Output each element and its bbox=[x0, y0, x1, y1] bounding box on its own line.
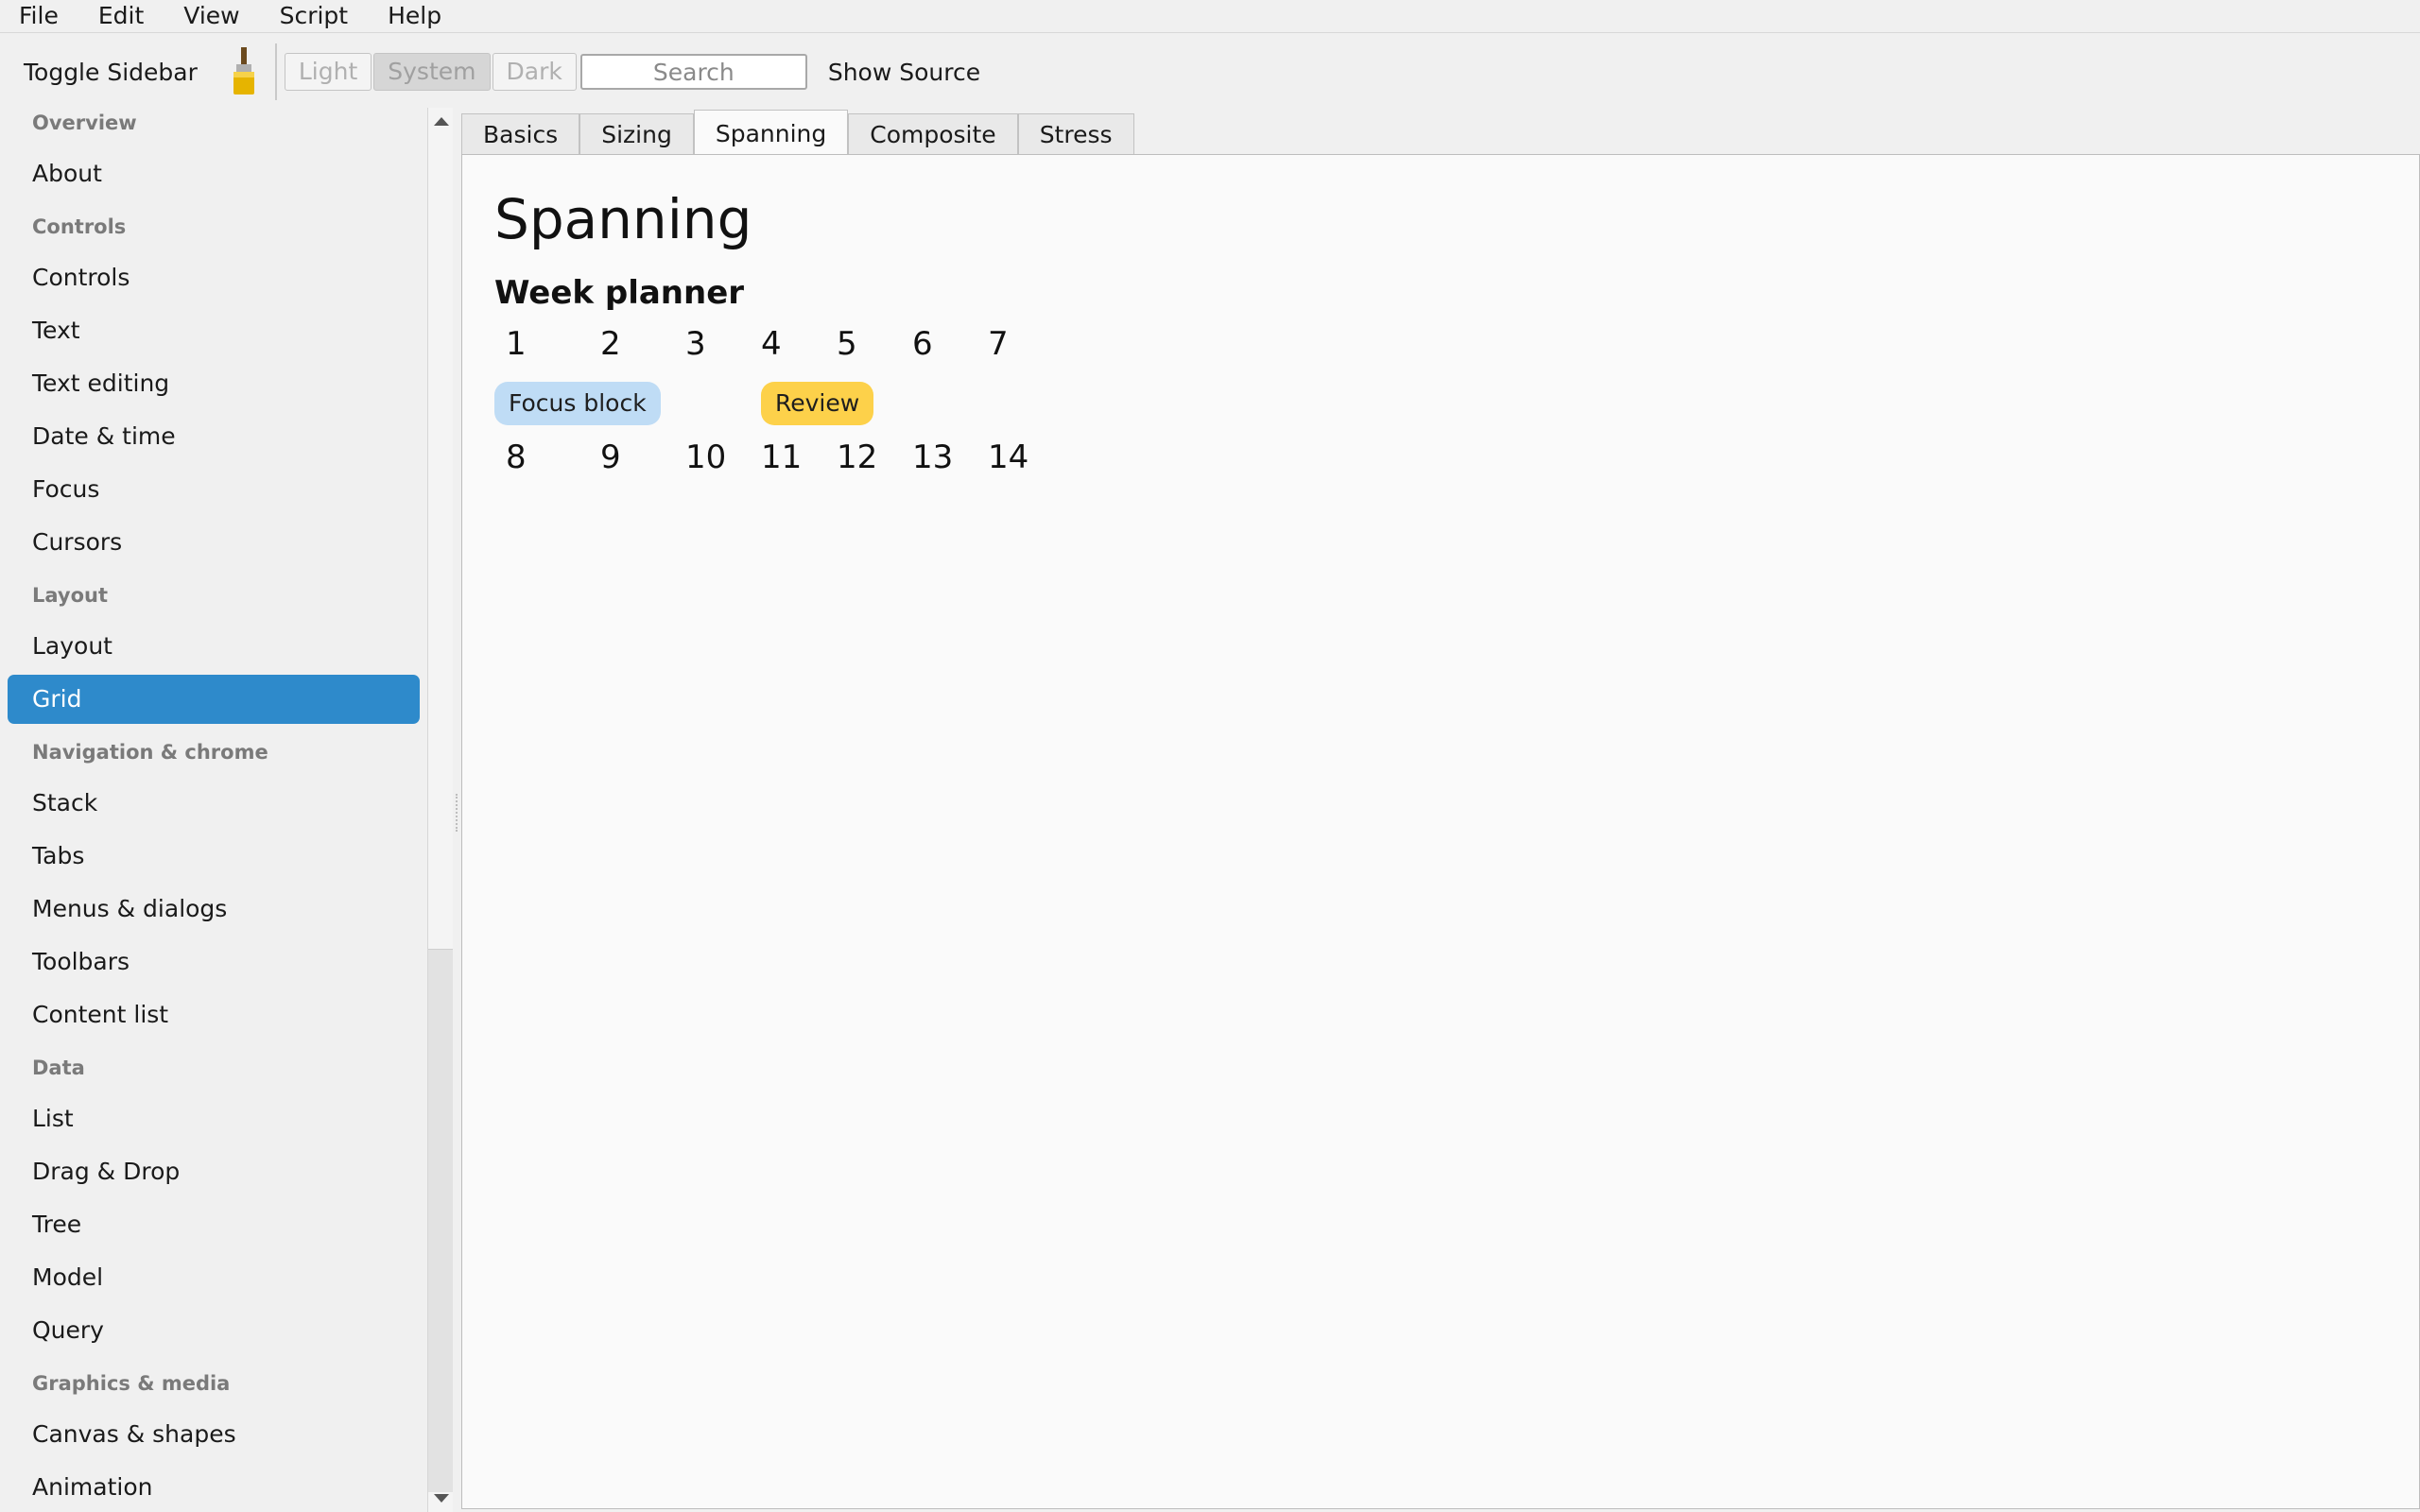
sidebar-item-model[interactable]: Model bbox=[8, 1253, 420, 1302]
toolbar-separator bbox=[274, 43, 277, 100]
search-input[interactable]: Search bbox=[579, 54, 807, 90]
event-focus-block[interactable]: Focus block bbox=[494, 382, 661, 425]
toolbar: Toggle Sidebar Light System Dark Search … bbox=[0, 36, 2420, 108]
sidebar-item-layout[interactable]: Layout bbox=[8, 622, 420, 671]
menu-file[interactable]: File bbox=[0, 0, 78, 32]
sidebar-item-canvas-shapes[interactable]: Canvas & shapes bbox=[8, 1410, 420, 1459]
sidebar-item-tabs[interactable]: Tabs bbox=[8, 832, 420, 881]
sidebar-section-navigation: Navigation & chrome bbox=[32, 741, 268, 764]
day-cell: 11 bbox=[761, 438, 803, 476]
tab-content-panel: Spanning Week planner 1 2 3 4 5 6 7 Focu… bbox=[461, 154, 2420, 1509]
menu-view[interactable]: View bbox=[164, 0, 259, 32]
sidebar-section-controls: Controls bbox=[32, 215, 127, 238]
sidebar-item-cursors[interactable]: Cursors bbox=[8, 518, 420, 567]
menu-bar: File Edit View Script Help bbox=[0, 0, 2420, 33]
sidebar-item-toolbars[interactable]: Toolbars bbox=[8, 937, 420, 987]
tab-spanning[interactable]: Spanning bbox=[693, 110, 849, 157]
show-source-button[interactable]: Show Source bbox=[828, 59, 980, 86]
sidebar-scrollbar[interactable] bbox=[427, 108, 453, 1512]
sidebar-item-stack[interactable]: Stack bbox=[8, 779, 420, 828]
sidebar-section-graphics: Graphics & media bbox=[32, 1372, 231, 1395]
event-review[interactable]: Review bbox=[761, 382, 874, 425]
sidebar-item-date-time[interactable]: Date & time bbox=[8, 412, 420, 461]
sidebar-item-query[interactable]: Query bbox=[8, 1306, 420, 1355]
sidebar-section-data: Data bbox=[32, 1057, 85, 1079]
sidebar-item-animation[interactable]: Animation bbox=[8, 1463, 420, 1512]
sidebar-item-focus[interactable]: Focus bbox=[8, 465, 420, 514]
sidebar-item-about[interactable]: About bbox=[8, 149, 420, 198]
day-cell: 4 bbox=[761, 325, 782, 363]
sidebar-section-layout: Layout bbox=[32, 584, 109, 607]
tab-composite[interactable]: Composite bbox=[848, 113, 1018, 155]
sidebar-item-menus-dialogs[interactable]: Menus & dialogs bbox=[8, 885, 420, 934]
sidebar-item-tree[interactable]: Tree bbox=[8, 1200, 420, 1249]
section-title: Week planner bbox=[494, 274, 745, 312]
day-cell: 8 bbox=[506, 438, 527, 476]
day-cell: 5 bbox=[837, 325, 857, 363]
menu-edit[interactable]: Edit bbox=[78, 0, 164, 32]
tab-stress[interactable]: Stress bbox=[1017, 113, 1134, 155]
sidebar-item-list[interactable]: List bbox=[8, 1094, 420, 1143]
day-cell: 3 bbox=[685, 325, 706, 363]
scroll-up-arrow-icon[interactable] bbox=[434, 117, 449, 126]
theme-system-button[interactable]: System bbox=[373, 53, 491, 91]
day-cell: 7 bbox=[988, 325, 1009, 363]
sidebar-section-overview: Overview bbox=[32, 112, 137, 134]
scrollbar-track[interactable] bbox=[428, 949, 453, 1492]
tab-bar: Basics Sizing Spanning Composite Stress bbox=[461, 110, 1134, 157]
sidebar-item-text-editing[interactable]: Text editing bbox=[8, 359, 420, 408]
menu-help[interactable]: Help bbox=[368, 0, 461, 32]
day-cell: 14 bbox=[988, 438, 1029, 476]
theme-dark-button[interactable]: Dark bbox=[492, 53, 577, 91]
day-cell: 1 bbox=[506, 325, 527, 363]
day-cell: 6 bbox=[912, 325, 933, 363]
sidebar-item-controls[interactable]: Controls bbox=[8, 253, 420, 302]
sidebar-item-content-list[interactable]: Content list bbox=[8, 990, 420, 1040]
page-title: Spanning bbox=[494, 187, 752, 251]
tab-sizing[interactable]: Sizing bbox=[579, 113, 694, 155]
day-cell: 12 bbox=[837, 438, 878, 476]
sidebar-item-grid[interactable]: Grid bbox=[8, 675, 420, 724]
sidebar-item-drag-drop[interactable]: Drag & Drop bbox=[8, 1147, 420, 1196]
day-cell: 13 bbox=[912, 438, 954, 476]
day-cell: 10 bbox=[685, 438, 727, 476]
sidebar: Overview About Controls Controls Text Te… bbox=[0, 108, 427, 1512]
menu-script[interactable]: Script bbox=[260, 0, 369, 32]
theme-switcher: Light System Dark bbox=[284, 53, 579, 91]
day-cell: 2 bbox=[600, 325, 621, 363]
paintbrush-icon[interactable] bbox=[228, 45, 260, 98]
day-cell: 9 bbox=[600, 438, 621, 476]
tab-basics[interactable]: Basics bbox=[461, 113, 580, 155]
sidebar-item-text[interactable]: Text bbox=[8, 306, 420, 355]
toggle-sidebar-button[interactable]: Toggle Sidebar bbox=[24, 59, 198, 86]
theme-light-button[interactable]: Light bbox=[284, 53, 372, 91]
scroll-down-arrow-icon[interactable] bbox=[434, 1494, 449, 1503]
